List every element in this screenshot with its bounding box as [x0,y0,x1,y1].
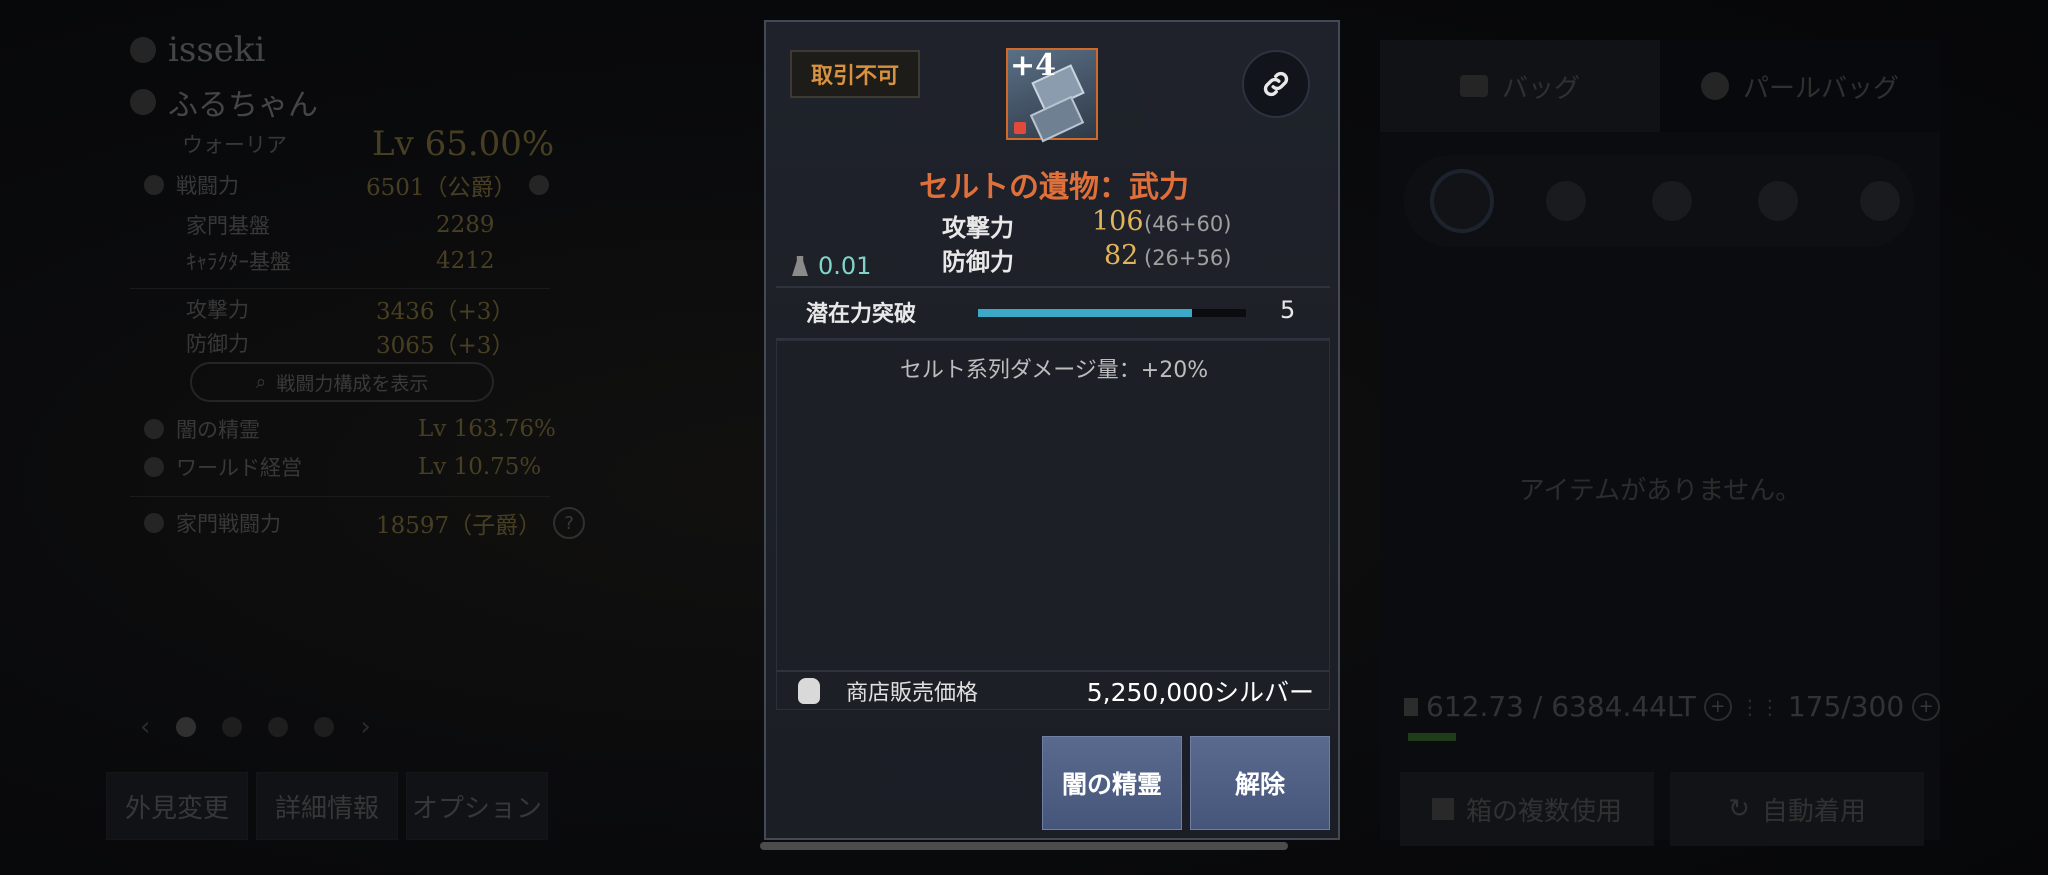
weight-icon [792,256,808,276]
potential-progress-fill [978,309,1193,317]
attack-value: 106 [1092,206,1144,237]
item-icon: +4 [1006,48,1098,143]
coin-bag-icon [798,678,820,704]
defense-value: 82 [1104,240,1139,271]
attack-breakdown: (46+60) [1144,212,1232,236]
lock-icon [1014,122,1026,134]
item-effect: セルト系列ダメージ量：+20% [899,358,1209,383]
sell-price-row: 商店販売価格 5,250,000シルバー [776,672,1330,710]
untradeable-badge: 取引不可 [790,50,920,98]
enhance-level: +4 [1010,48,1057,83]
link-button[interactable] [1242,50,1310,118]
divider [776,286,1330,288]
item-weight-value: 0.01 [818,252,872,280]
sell-price-value: 5,250,000シルバー [1086,678,1314,707]
potential-progress-bar [978,309,1246,317]
release-button[interactable]: 解除 [1190,736,1330,830]
item-name: セルトの遺物：武力 [919,170,1189,205]
attack-label: 攻撃力 [942,214,1014,242]
link-icon [1263,71,1289,97]
potential-value: 5 [1280,296,1296,324]
scroll-indicator[interactable] [760,842,1288,850]
sell-price-label: 商店販売価格 [846,681,979,706]
dark-spirit-button[interactable]: 闇の精霊 [1042,736,1182,830]
item-weight: 0.01 [792,252,871,280]
item-art [1029,95,1085,143]
item-details-panel [776,340,1330,710]
item-tooltip-popup: 取引不可 +4 セルトの遺物：武力 攻撃力 106 (46+60) 防御力 82… [764,20,1340,840]
potential-label: 潜在力突破 [806,302,917,327]
defense-breakdown: (26+56) [1144,246,1232,270]
defense-label: 防御力 [942,248,1014,276]
